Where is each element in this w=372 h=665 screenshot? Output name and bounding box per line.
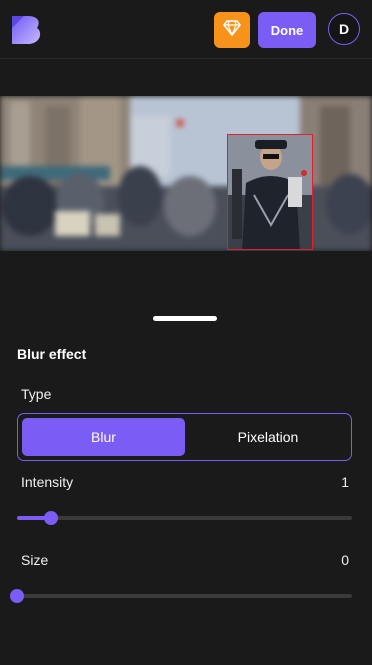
done-button[interactable]: Done <box>258 12 316 48</box>
intensity-label: Intensity <box>21 474 74 490</box>
type-label: Type <box>21 386 52 402</box>
sheet-title: Blur effect <box>17 346 87 362</box>
top-bar: Done D <box>0 0 372 59</box>
intensity-slider-thumb[interactable] <box>44 511 58 525</box>
blurred-photo <box>0 96 372 251</box>
type-option-pixelation[interactable]: Pixelation <box>189 418 347 456</box>
size-slider-thumb[interactable] <box>10 589 24 603</box>
photo-preview <box>0 96 372 251</box>
premium-button[interactable] <box>214 12 250 48</box>
blur-settings-sheet: Blur effect Type Blur Pixelation Intensi… <box>0 308 372 665</box>
avatar[interactable]: D <box>328 13 360 45</box>
selection-box[interactable] <box>227 134 313 250</box>
size-label: Size <box>21 552 49 568</box>
type-segmented-control: Blur Pixelation <box>17 413 352 461</box>
diamond-icon <box>223 19 241 41</box>
intensity-slider[interactable] <box>17 511 352 525</box>
logo-b-icon[interactable] <box>10 14 44 46</box>
size-slider[interactable] <box>10 589 352 603</box>
intensity-value: 1 <box>341 474 349 490</box>
type-option-blur[interactable]: Blur <box>22 418 185 456</box>
drag-handle[interactable] <box>153 316 217 321</box>
size-value: 0 <box>341 552 349 568</box>
